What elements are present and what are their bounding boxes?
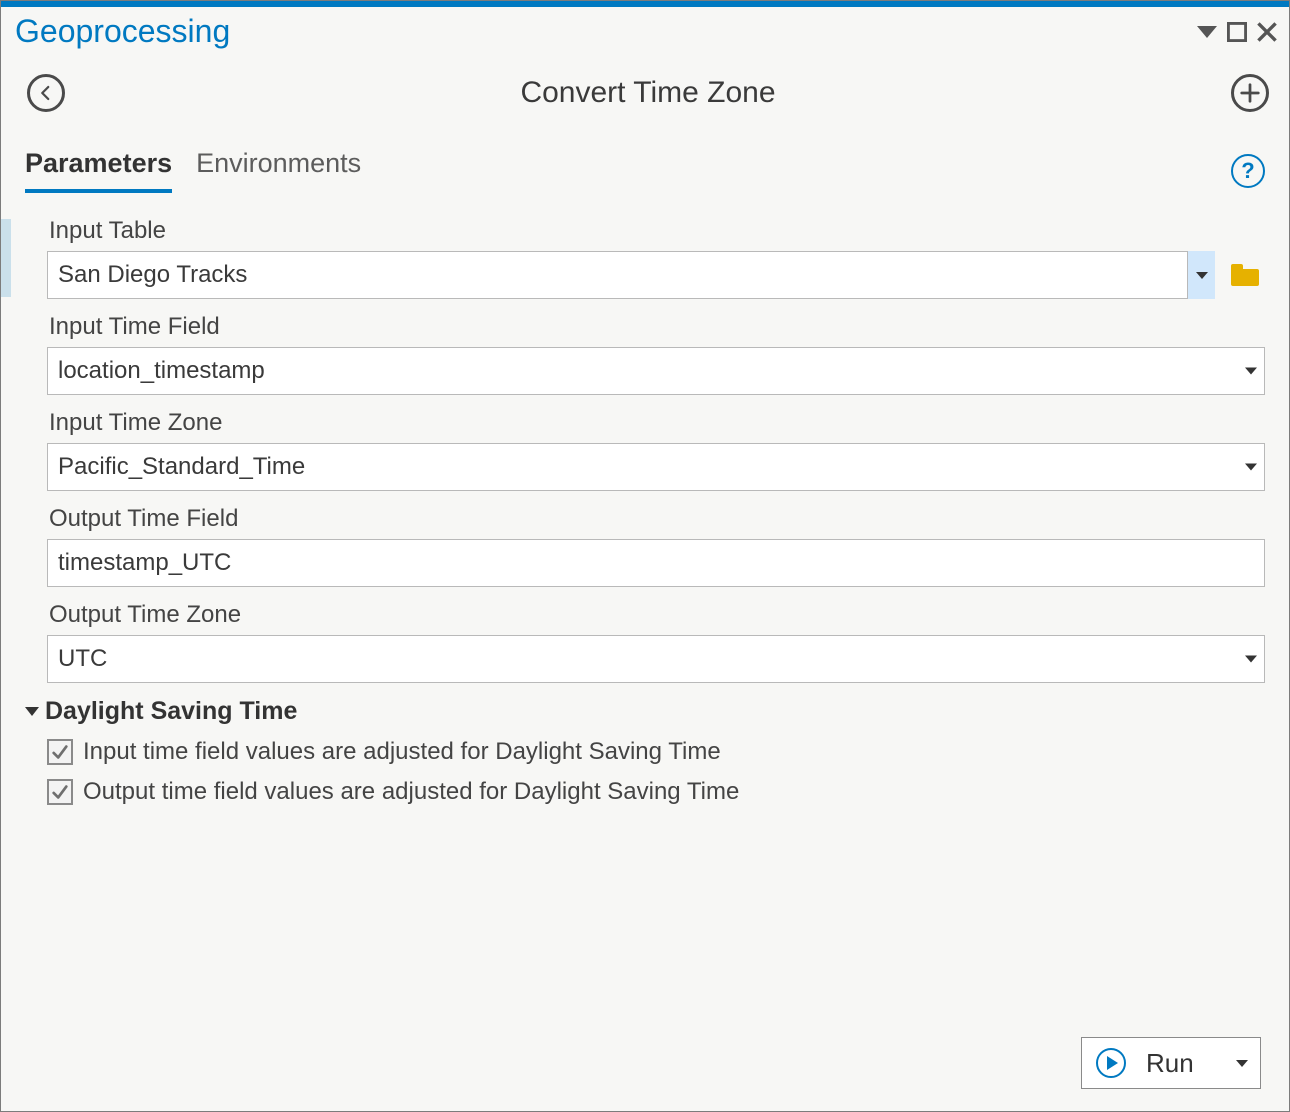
input-time-field[interactable]	[47, 347, 1265, 395]
input-time-zone-field[interactable]	[47, 443, 1265, 491]
checkbox-output-dst-row: Output time field values are adjusted fo…	[47, 778, 1265, 806]
checkbox-input-dst[interactable]	[47, 739, 73, 765]
chevron-down-icon[interactable]	[1245, 656, 1257, 663]
param-input-time-field: Input Time Field	[47, 313, 1265, 395]
checkbox-output-dst[interactable]	[47, 779, 73, 805]
label-input-dst: Input time field values are adjusted for…	[83, 738, 721, 766]
input-time-field-combo[interactable]	[47, 347, 1265, 395]
label-output-time-zone: Output Time Zone	[49, 601, 1265, 629]
section-title: Daylight Saving Time	[45, 697, 297, 726]
param-output-time-zone: Output Time Zone	[47, 601, 1265, 683]
footer: Run	[1, 1021, 1289, 1111]
chevron-down-icon[interactable]	[1245, 464, 1257, 471]
param-input-table: Input Table	[47, 217, 1265, 299]
play-icon	[1096, 1048, 1126, 1078]
menu-dropdown-icon[interactable]	[1197, 22, 1217, 42]
label-output-dst: Output time field values are adjusted fo…	[83, 778, 739, 806]
tabs: Parameters Environments	[25, 148, 361, 193]
section-daylight-saving[interactable]: Daylight Saving Time	[25, 697, 1265, 726]
titlebar: Geoprocessing	[1, 7, 1289, 56]
tab-parameters[interactable]: Parameters	[25, 148, 172, 193]
chevron-down-icon[interactable]	[1187, 251, 1215, 299]
maximize-icon[interactable]	[1227, 22, 1247, 42]
chevron-down-icon[interactable]	[1236, 1060, 1248, 1067]
chevron-down-icon	[25, 707, 39, 716]
panel-title: Geoprocessing	[15, 13, 230, 50]
checkbox-input-dst-row: Input time field values are adjusted for…	[47, 738, 1265, 766]
browse-button[interactable]	[1225, 251, 1265, 299]
window-controls	[1197, 22, 1277, 42]
output-time-field[interactable]	[47, 539, 1265, 587]
param-input-time-zone: Input Time Zone	[47, 409, 1265, 491]
tool-title: Convert Time Zone	[520, 76, 775, 110]
help-icon[interactable]: ?	[1231, 154, 1265, 188]
label-input-time-field: Input Time Field	[49, 313, 1265, 341]
label-input-table: Input Table	[49, 217, 1265, 245]
run-label: Run	[1146, 1048, 1216, 1079]
output-time-zone-field[interactable]	[47, 635, 1265, 683]
label-input-time-zone: Input Time Zone	[49, 409, 1265, 437]
chevron-down-icon[interactable]	[1245, 368, 1257, 375]
output-time-zone-combo[interactable]	[47, 635, 1265, 683]
back-button[interactable]	[27, 74, 65, 112]
input-table-field[interactable]	[47, 251, 1215, 299]
input-time-zone-combo[interactable]	[47, 443, 1265, 491]
tab-environments[interactable]: Environments	[196, 148, 361, 193]
input-table-indicator	[1, 219, 11, 297]
add-button[interactable]	[1231, 74, 1269, 112]
input-table-combo[interactable]	[47, 251, 1215, 299]
param-output-time-field: Output Time Field	[47, 505, 1265, 587]
run-button[interactable]: Run	[1081, 1037, 1261, 1089]
parameters-content: Input Table Input Time Field Input Time …	[1, 193, 1289, 1021]
folder-icon	[1231, 264, 1259, 286]
tool-header: Convert Time Zone	[1, 56, 1289, 120]
label-output-time-field: Output Time Field	[49, 505, 1265, 533]
output-time-field-wrap[interactable]	[47, 539, 1265, 587]
tabs-row: Parameters Environments ?	[1, 120, 1289, 193]
close-icon[interactable]	[1257, 22, 1277, 42]
geoprocessing-panel: Geoprocessing Convert Time Zone Paramete…	[0, 0, 1290, 1112]
